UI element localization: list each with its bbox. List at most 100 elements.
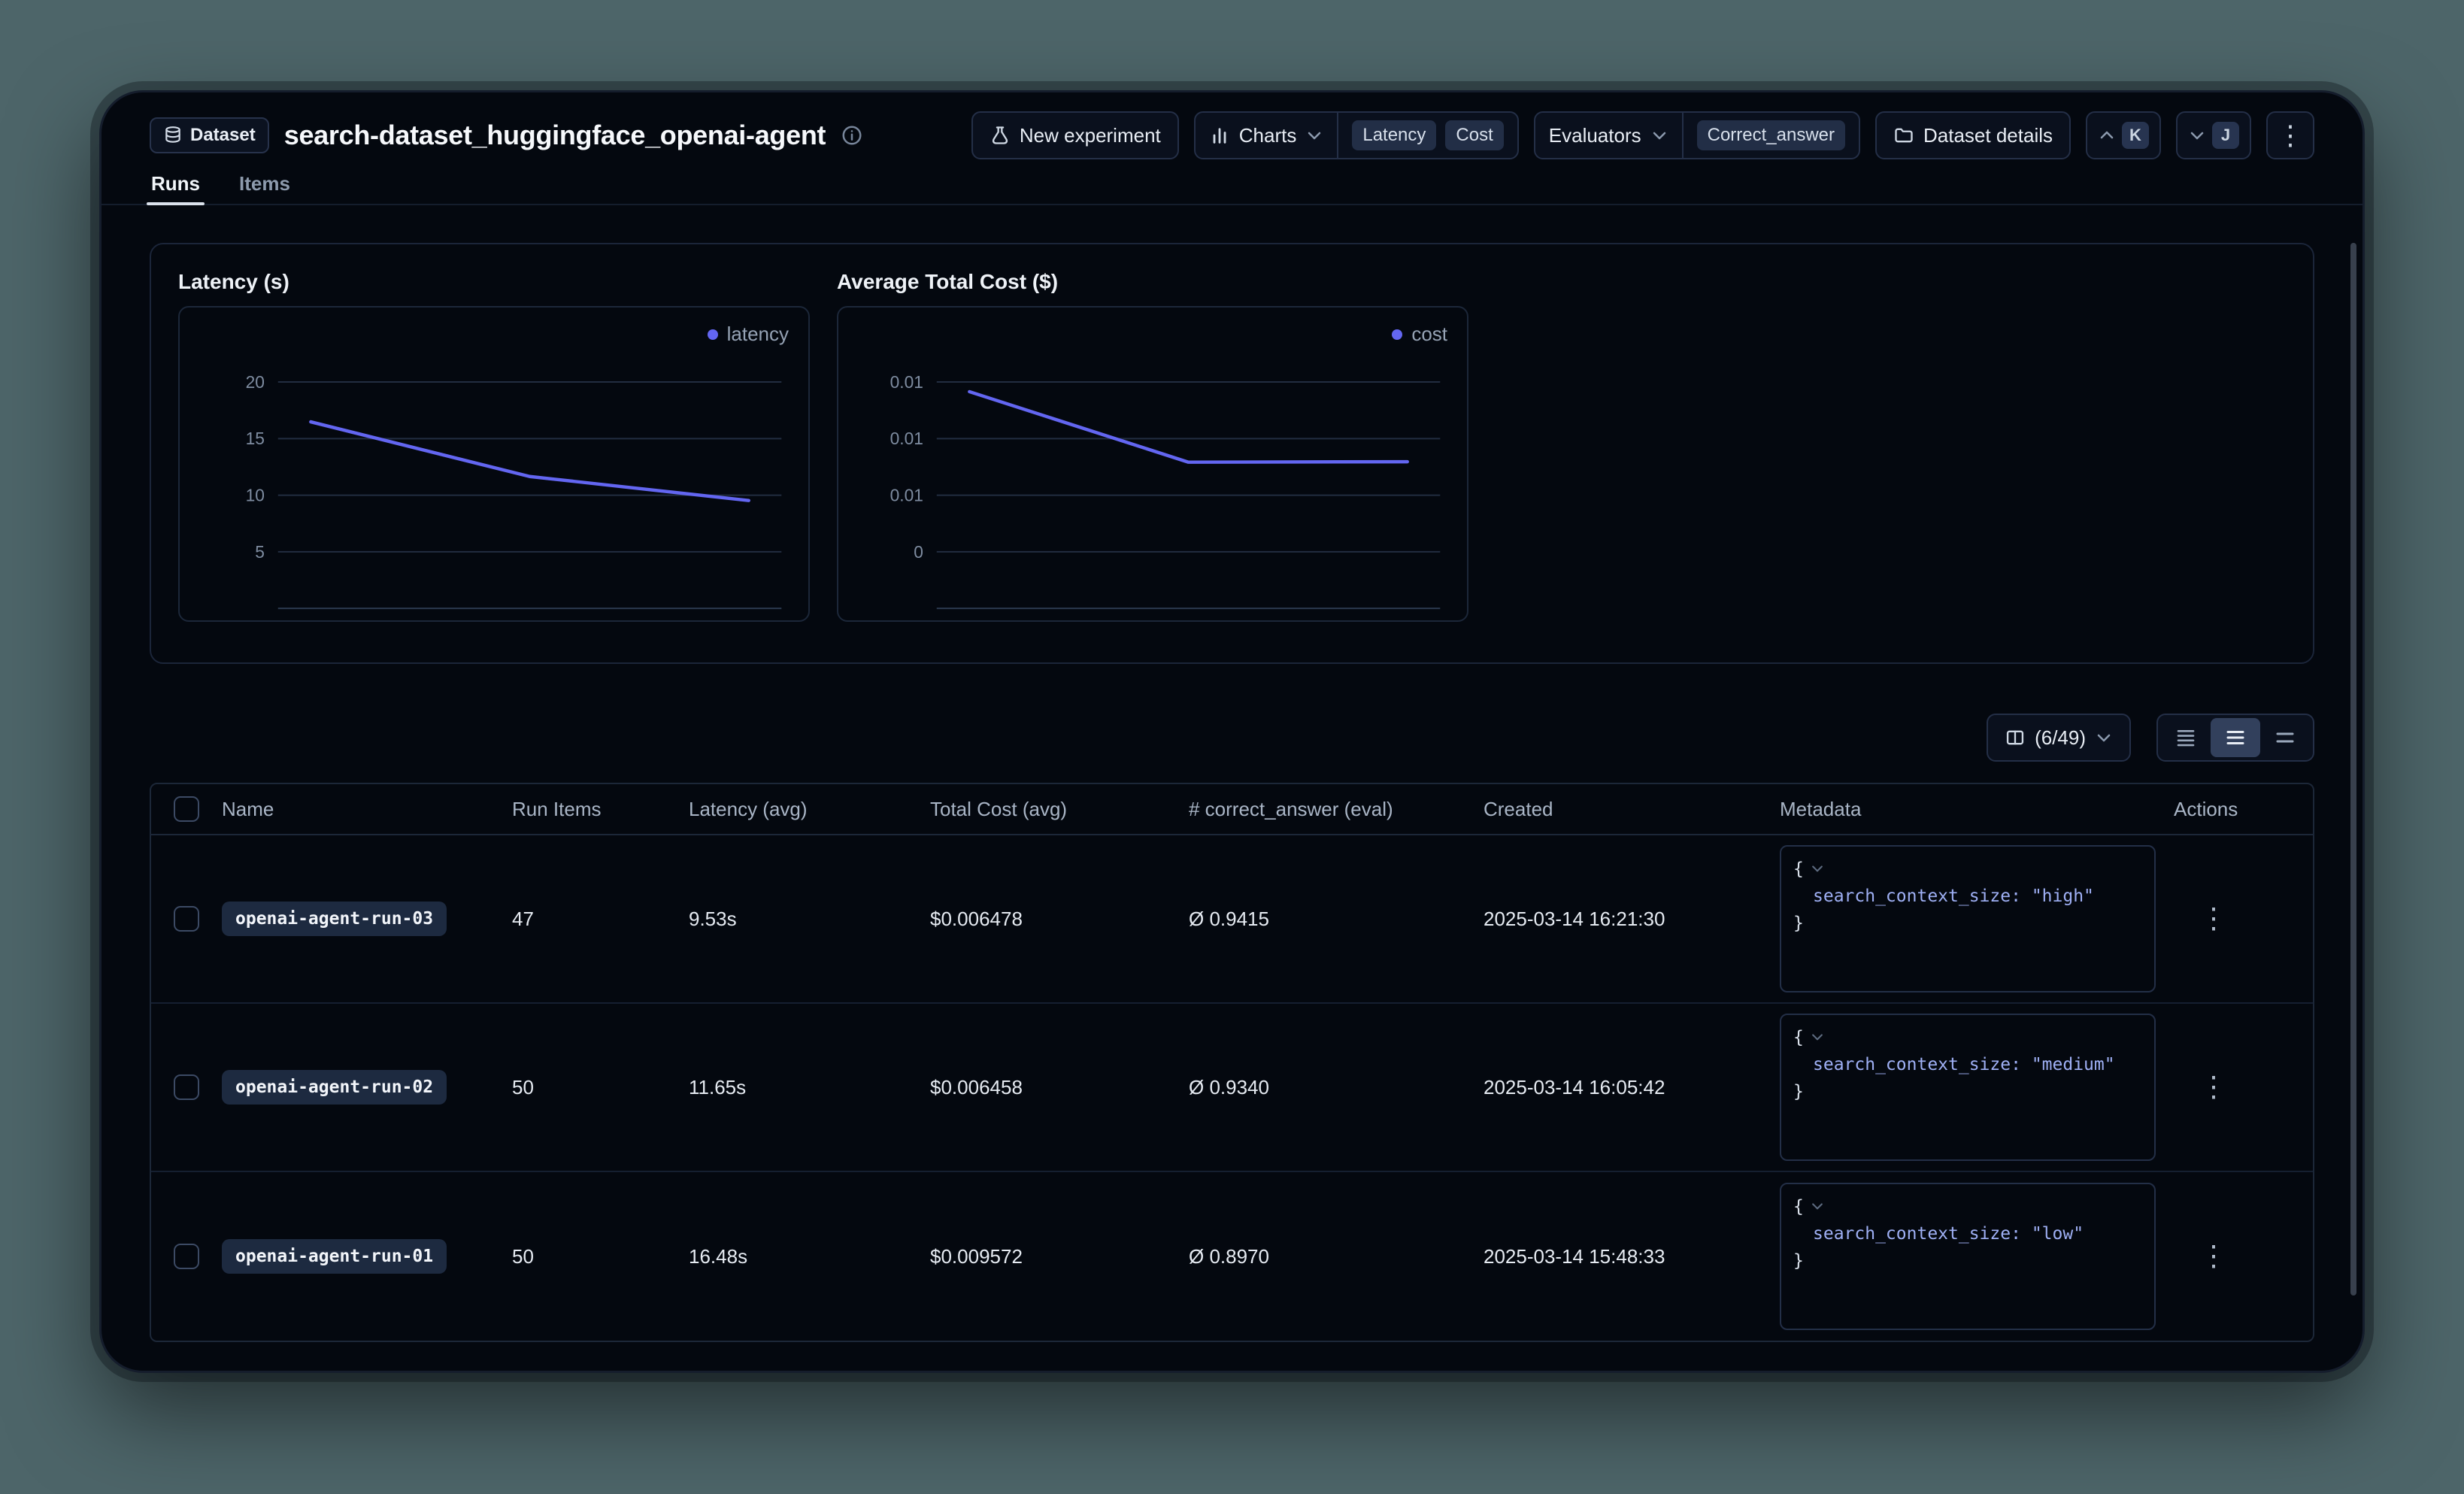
previous-item-button[interactable]: K <box>2086 111 2161 159</box>
more-options-button[interactable]: ⋮ <box>2266 111 2314 159</box>
row-height-large-button[interactable] <box>2260 718 2310 757</box>
table-header-row: Name Run Items Latency (avg) Total Cost … <box>151 784 2313 835</box>
column-header-name[interactable]: Name <box>222 798 512 821</box>
evaluator-badge-correct-answer[interactable]: Correct_answer <box>1697 120 1845 150</box>
tab-runs[interactable]: Runs <box>151 172 200 204</box>
created-value: 2025-03-14 15:48:33 <box>1484 1245 1780 1268</box>
kebab-icon: ⋮ <box>2277 120 2304 151</box>
dataset-badge-label: Dataset <box>190 125 256 146</box>
keycap-j: J <box>2212 122 2239 149</box>
collapse-chevron-icon[interactable] <box>1810 1029 1825 1044</box>
created-value: 2025-03-14 16:21:30 <box>1484 908 1780 931</box>
evaluators-dropdown-button[interactable]: Evaluators <box>1535 113 1682 158</box>
tab-items[interactable]: Items <box>239 172 290 204</box>
correct-answer-value: Ø 0.9340 <box>1189 1076 1484 1099</box>
database-icon <box>163 126 183 145</box>
run-name-badge[interactable]: openai-agent-run-03 <box>222 902 447 936</box>
dataset-type-badge: Dataset <box>150 117 269 153</box>
legend-label: cost <box>1411 323 1447 346</box>
header-actions: New experiment Charts Latency Cost <box>971 111 2314 159</box>
row-height-medium-button[interactable] <box>2211 718 2260 757</box>
column-selector-count: (6/49) <box>2035 726 2086 750</box>
rows-dense-icon <box>2175 726 2197 749</box>
evaluators-control-group: Evaluators Correct_answer <box>1534 111 1860 159</box>
cost-chart-title: Average Total Cost ($) <box>837 270 1468 294</box>
flask-icon <box>990 125 1011 146</box>
cost-chart-card: cost 0.010.010.010 <box>837 306 1468 622</box>
svg-text:20: 20 <box>246 372 265 392</box>
chart-badge-latency[interactable]: Latency <box>1352 120 1436 150</box>
row-actions-button[interactable]: ⋮ <box>2174 1073 2228 1102</box>
metadata-json-box[interactable]: { search_context_size: "high" } <box>1780 845 2156 992</box>
row-checkbox[interactable] <box>174 906 199 932</box>
created-value: 2025-03-14 16:05:42 <box>1484 1076 1780 1099</box>
svg-text:5: 5 <box>255 542 265 562</box>
cost-line-chart: 0.010.010.010 <box>838 308 1467 620</box>
rows-tall-icon <box>2274 726 2296 749</box>
legend-label: latency <box>727 323 789 346</box>
svg-text:0.01: 0.01 <box>890 429 923 448</box>
dataset-details-button[interactable]: Dataset details <box>1875 111 2071 159</box>
cost-chart-block: Average Total Cost ($) cost 0.01 0.01 0.01… <box>837 270 1468 637</box>
total-cost-avg-value: $0.009572 <box>930 1245 1189 1268</box>
metadata-value: "medium" <box>2032 1055 2115 1074</box>
charts-dropdown-button[interactable]: Charts <box>1196 113 1338 158</box>
row-actions-button[interactable]: ⋮ <box>2174 1242 2228 1271</box>
table-row[interactable]: openai-agent-run-01 50 16.48s $0.009572 … <box>151 1172 2313 1341</box>
metadata-value: "high" <box>2032 886 2094 906</box>
next-item-button[interactable]: J <box>2176 111 2251 159</box>
metadata-json-box[interactable]: { search_context_size: "low" } <box>1780 1183 2156 1330</box>
info-icon[interactable] <box>841 124 863 147</box>
legend-dot <box>708 329 718 340</box>
svg-text:0.01: 0.01 <box>890 372 923 392</box>
row-checkbox[interactable] <box>174 1244 199 1269</box>
app-window: Dataset search-dataset_huggingface_opena… <box>99 90 2365 1373</box>
columns-icon <box>2005 727 2026 748</box>
folder-icon <box>1893 125 1914 146</box>
metadata-key: search_context_size <box>1813 1055 2011 1074</box>
svg-text:10: 10 <box>246 486 265 505</box>
collapse-chevron-icon[interactable] <box>1810 861 1825 876</box>
column-header-metadata[interactable]: Metadata <box>1780 798 2174 821</box>
run-name-badge[interactable]: openai-agent-run-01 <box>222 1239 447 1274</box>
scrollbar-thumb[interactable] <box>2350 243 2356 1296</box>
charts-panel: Latency (s) latency 2015105 Average Tota… <box>150 243 2314 664</box>
run-items-value: 47 <box>512 908 689 931</box>
runs-table: Name Run Items Latency (avg) Total Cost … <box>150 783 2314 1342</box>
chart-badge-cost[interactable]: Cost <box>1445 120 1503 150</box>
column-header-correct-answer[interactable]: # correct_answer (eval) <box>1189 798 1484 821</box>
metadata-json-box[interactable]: { search_context_size: "medium" } <box>1780 1014 2156 1161</box>
run-items-value: 50 <box>512 1245 689 1268</box>
row-height-small-button[interactable] <box>2161 718 2211 757</box>
evaluators-dropdown-label: Evaluators <box>1549 124 1641 147</box>
evaluator-badges: Correct_answer <box>1684 113 1859 158</box>
column-header-run-items[interactable]: Run Items <box>512 798 689 821</box>
legend-dot <box>1392 329 1402 340</box>
collapse-chevron-icon[interactable] <box>1810 1199 1825 1214</box>
column-header-latency[interactable]: Latency (avg) <box>689 798 930 821</box>
column-header-total-cost[interactable]: Total Cost (avg) <box>930 798 1189 821</box>
latency-chart-card: latency 20 15 10 5 <box>178 306 810 622</box>
latency-avg-value: 9.53s <box>689 908 930 931</box>
select-all-checkbox[interactable] <box>174 796 199 822</box>
cost-chart-legend: cost <box>1392 323 1447 346</box>
column-selector-button[interactable]: (6/49) <box>1987 714 2131 762</box>
metadata-value: "low" <box>2032 1224 2084 1244</box>
metadata-key: search_context_size <box>1813 886 2011 906</box>
svg-text:15: 15 <box>246 429 265 448</box>
table-row[interactable]: openai-agent-run-02 50 11.65s $0.006458 … <box>151 1004 2313 1172</box>
row-checkbox[interactable] <box>174 1074 199 1100</box>
svg-text:0.01: 0.01 <box>890 486 923 505</box>
metadata-key: search_context_size <box>1813 1224 2011 1244</box>
total-cost-avg-value: $0.006478 <box>930 908 1189 931</box>
table-row[interactable]: openai-agent-run-03 47 9.53s $0.006478 Ø… <box>151 835 2313 1004</box>
row-actions-button[interactable]: ⋮ <box>2174 905 2228 933</box>
latency-chart-legend: latency <box>708 323 789 346</box>
header-left: Dataset search-dataset_huggingface_opena… <box>150 117 863 153</box>
new-experiment-button[interactable]: New experiment <box>971 111 1179 159</box>
latency-avg-value: 16.48s <box>689 1245 930 1268</box>
latency-avg-value: 11.65s <box>689 1076 930 1099</box>
column-header-created[interactable]: Created <box>1484 798 1780 821</box>
dataset-details-label: Dataset details <box>1923 124 2053 147</box>
run-name-badge[interactable]: openai-agent-run-02 <box>222 1070 447 1105</box>
